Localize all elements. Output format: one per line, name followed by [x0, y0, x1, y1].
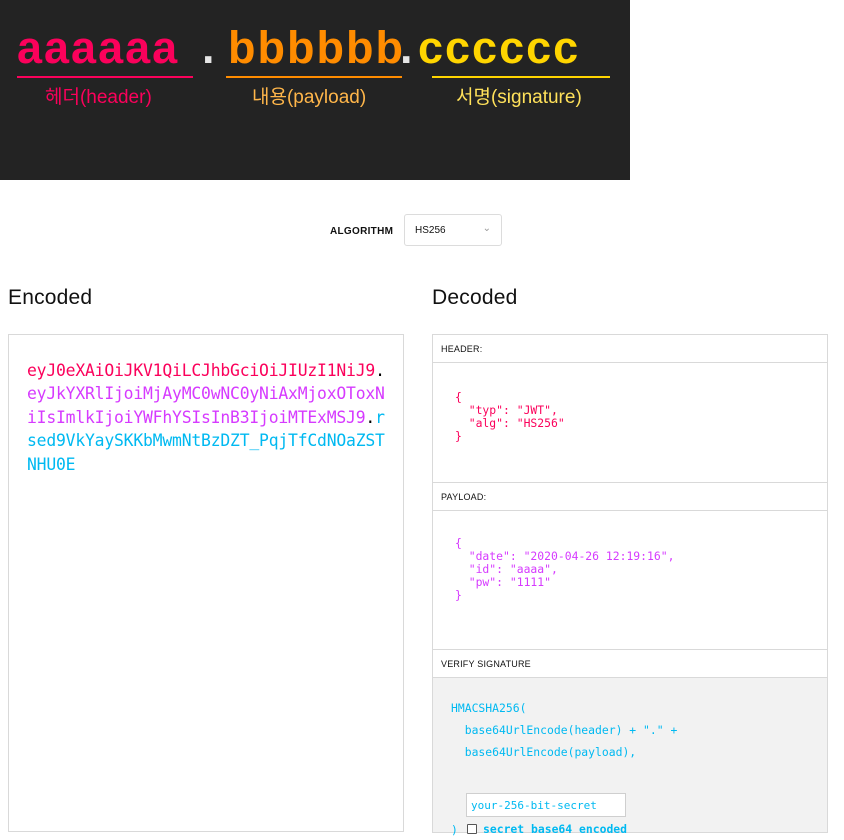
hmac-header-line: base64UrlEncode(header) + "." + — [451, 723, 678, 737]
json-line: "pw": "1111" — [455, 575, 552, 589]
banner-header-label: 헤더(header) — [45, 87, 152, 108]
banner-signature-part: cccccc — [418, 22, 581, 73]
secret-input[interactable] — [466, 793, 626, 817]
secret-base64-checkbox[interactable] — [467, 824, 477, 834]
banner-header-underline — [17, 76, 193, 78]
verify-signature-panel: VERIFY SIGNATURE HMACSHA256( base64UrlEn… — [432, 649, 828, 836]
json-line: } — [455, 429, 462, 443]
jwt-structure-banner: aaaaaa . bbbbbb . cccccc 헤더(header) 내용(p… — [0, 0, 630, 180]
verify-signature-label: VERIFY SIGNATURE — [433, 650, 827, 678]
decoded-header-label: HEADER: — [433, 335, 827, 363]
banner-payload-label: 내용(payload) — [252, 87, 367, 108]
encoded-token-text[interactable]: eyJ0eXAiOiJKV1QiLCJhbGciOiJIUzI1NiJ9.eyJ… — [27, 359, 389, 476]
json-line: { — [455, 390, 462, 404]
encoded-dot: . — [375, 361, 385, 380]
json-line: } — [455, 588, 462, 602]
hmac-close-paren: ) — [451, 823, 458, 837]
encoded-token-editor[interactable]: eyJ0eXAiOiJKV1QiLCJhbGciOiJIUzI1NiJ9.eyJ… — [8, 334, 404, 832]
hmac-payload-line: base64UrlEncode(payload), — [451, 745, 637, 759]
json-line: "id": "aaaa", — [455, 562, 558, 576]
json-line: "date": "2020-04-26 12:19:16", — [455, 549, 675, 563]
chevron-down-icon: ⌄ — [482, 223, 491, 234]
decoded-payload-label: PAYLOAD: — [433, 483, 827, 511]
json-line: "typ": "JWT", — [455, 403, 558, 417]
banner-header-part: aaaaaa — [17, 22, 180, 73]
decoded-title: Decoded — [432, 286, 518, 309]
banner-signature-label: 서명(signature) — [456, 87, 582, 108]
banner-payload-underline — [226, 76, 402, 78]
algorithm-select[interactable]: HS256 ⌄ — [404, 214, 502, 246]
algorithm-selected-value: HS256 — [415, 225, 446, 236]
algorithm-label: ALGORITHM — [330, 226, 394, 237]
hmac-function-line: HMACSHA256( — [451, 701, 527, 715]
banner-payload-part: bbbbbb — [228, 22, 405, 73]
banner-separator: . — [202, 22, 215, 73]
banner-signature-underline — [432, 76, 610, 78]
banner-separator: . — [400, 22, 413, 73]
encoded-payload-segment: eyJkYXRlIjoiMjAyMC0wNC0yNiAxMjoxOToxNiIs… — [27, 384, 385, 427]
json-line: { — [455, 536, 462, 550]
secret-base64-label[interactable]: secret base64 encoded — [483, 823, 627, 836]
encoded-header-segment: eyJ0eXAiOiJKV1QiLCJhbGciOiJIUzI1NiJ9 — [27, 361, 376, 380]
decoded-header-panel: HEADER: { "typ": "JWT", "alg": "HS256" } — [432, 334, 828, 483]
json-line: "alg": "HS256" — [455, 416, 565, 430]
encoded-title: Encoded — [8, 286, 93, 309]
encoded-dot: . — [365, 407, 376, 427]
decoded-payload-panel: PAYLOAD: { "date": "2020-04-26 12:19:16"… — [432, 482, 828, 650]
